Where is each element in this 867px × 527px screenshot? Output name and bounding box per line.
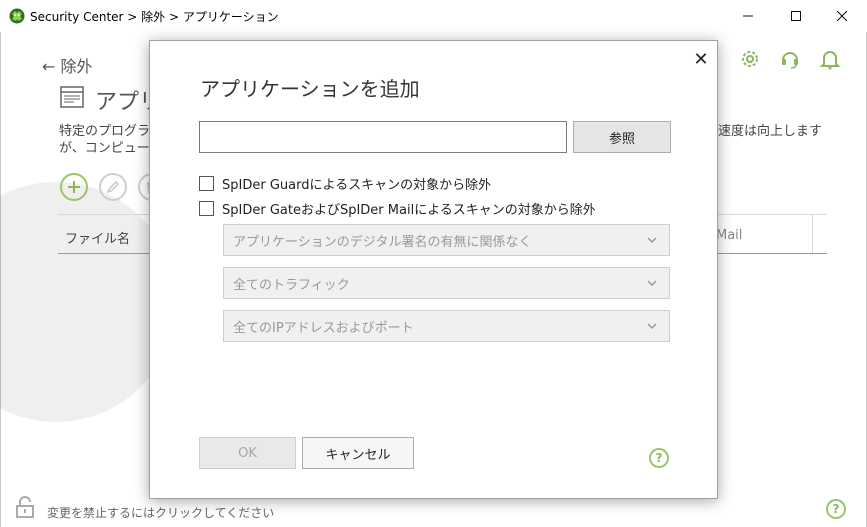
gate-mail-exclude-checkbox[interactable] (199, 200, 214, 216)
traffic-select-value: 全てのトラフィック (233, 277, 350, 293)
application-path-input[interactable] (199, 121, 567, 153)
close-icon[interactable] (819, 0, 865, 32)
add-button[interactable] (60, 173, 88, 201)
chevron-down-icon (647, 237, 657, 244)
help-icon[interactable]: ? (826, 499, 846, 519)
ip-port-select-value: 全てのIPアドレスおよびポート (233, 320, 414, 336)
traffic-select[interactable]: 全てのトラフィック (223, 267, 670, 299)
edit-button[interactable] (99, 173, 127, 201)
column-header-mail[interactable]: Mail (716, 228, 742, 243)
minimize-icon[interactable] (725, 0, 771, 32)
guard-exclude-checkbox[interactable] (199, 175, 214, 191)
guard-exclude-option[interactable]: SpIDer Guardによるスキャンの対象から除外 (199, 174, 491, 193)
add-application-dialog: ✕ アプリケーションを追加 参照 SpIDer Guardによるスキャンの対象か… (149, 40, 718, 499)
chevron-down-icon (647, 280, 657, 287)
ok-button[interactable]: OK (199, 437, 296, 469)
ip-port-select[interactable]: 全てのIPアドレスおよびポート (223, 310, 670, 342)
chevron-down-icon (647, 323, 657, 330)
gate-mail-exclude-option[interactable]: SpIDer GateおよびSpIDer Mailによるスキャンの対象から除外 (199, 199, 596, 218)
lock-icon[interactable] (14, 496, 36, 518)
dialog-title: アプリケーションを追加 (200, 77, 420, 101)
window-title: Security Center > 除外 > アプリケーション (30, 10, 279, 24)
drweb-logo-icon (9, 8, 25, 24)
title-bar: Security Center > 除外 > アプリケーション (0, 0, 867, 32)
page-description-right: 速度は向上します (718, 124, 823, 139)
application-window-icon (60, 86, 84, 108)
back-label: 除外 (60, 57, 93, 76)
table-column-separator (812, 215, 813, 253)
dialog-help-icon[interactable]: ? (649, 448, 669, 468)
lock-status-text[interactable]: 変更を禁止するにはクリックしてください (47, 504, 274, 521)
cancel-button[interactable]: キャンセル (302, 437, 414, 469)
column-header-filename[interactable]: ファイル名 (65, 228, 130, 247)
gate-mail-exclude-label[interactable]: SpIDer GateおよびSpIDer Mailによるスキャンの対象から除外 (222, 199, 596, 218)
maximize-icon[interactable] (773, 0, 819, 32)
bell-icon[interactable] (819, 48, 841, 70)
guard-exclude-label[interactable]: SpIDer Guardによるスキャンの対象から除外 (222, 174, 491, 193)
back-link[interactable]: ← 除外 (42, 53, 93, 77)
signature-select[interactable]: アプリケーションのデジタル署名の有無に関係なく (223, 224, 670, 256)
pencil-icon (106, 180, 120, 194)
gear-icon[interactable] (739, 48, 761, 70)
dialog-close-icon[interactable]: ✕ (692, 51, 710, 69)
headset-icon[interactable] (779, 48, 801, 70)
browse-button[interactable]: 参照 (573, 121, 671, 153)
signature-select-value: アプリケーションのデジタル署名の有無に関係なく (233, 234, 532, 250)
plus-icon (68, 181, 80, 193)
